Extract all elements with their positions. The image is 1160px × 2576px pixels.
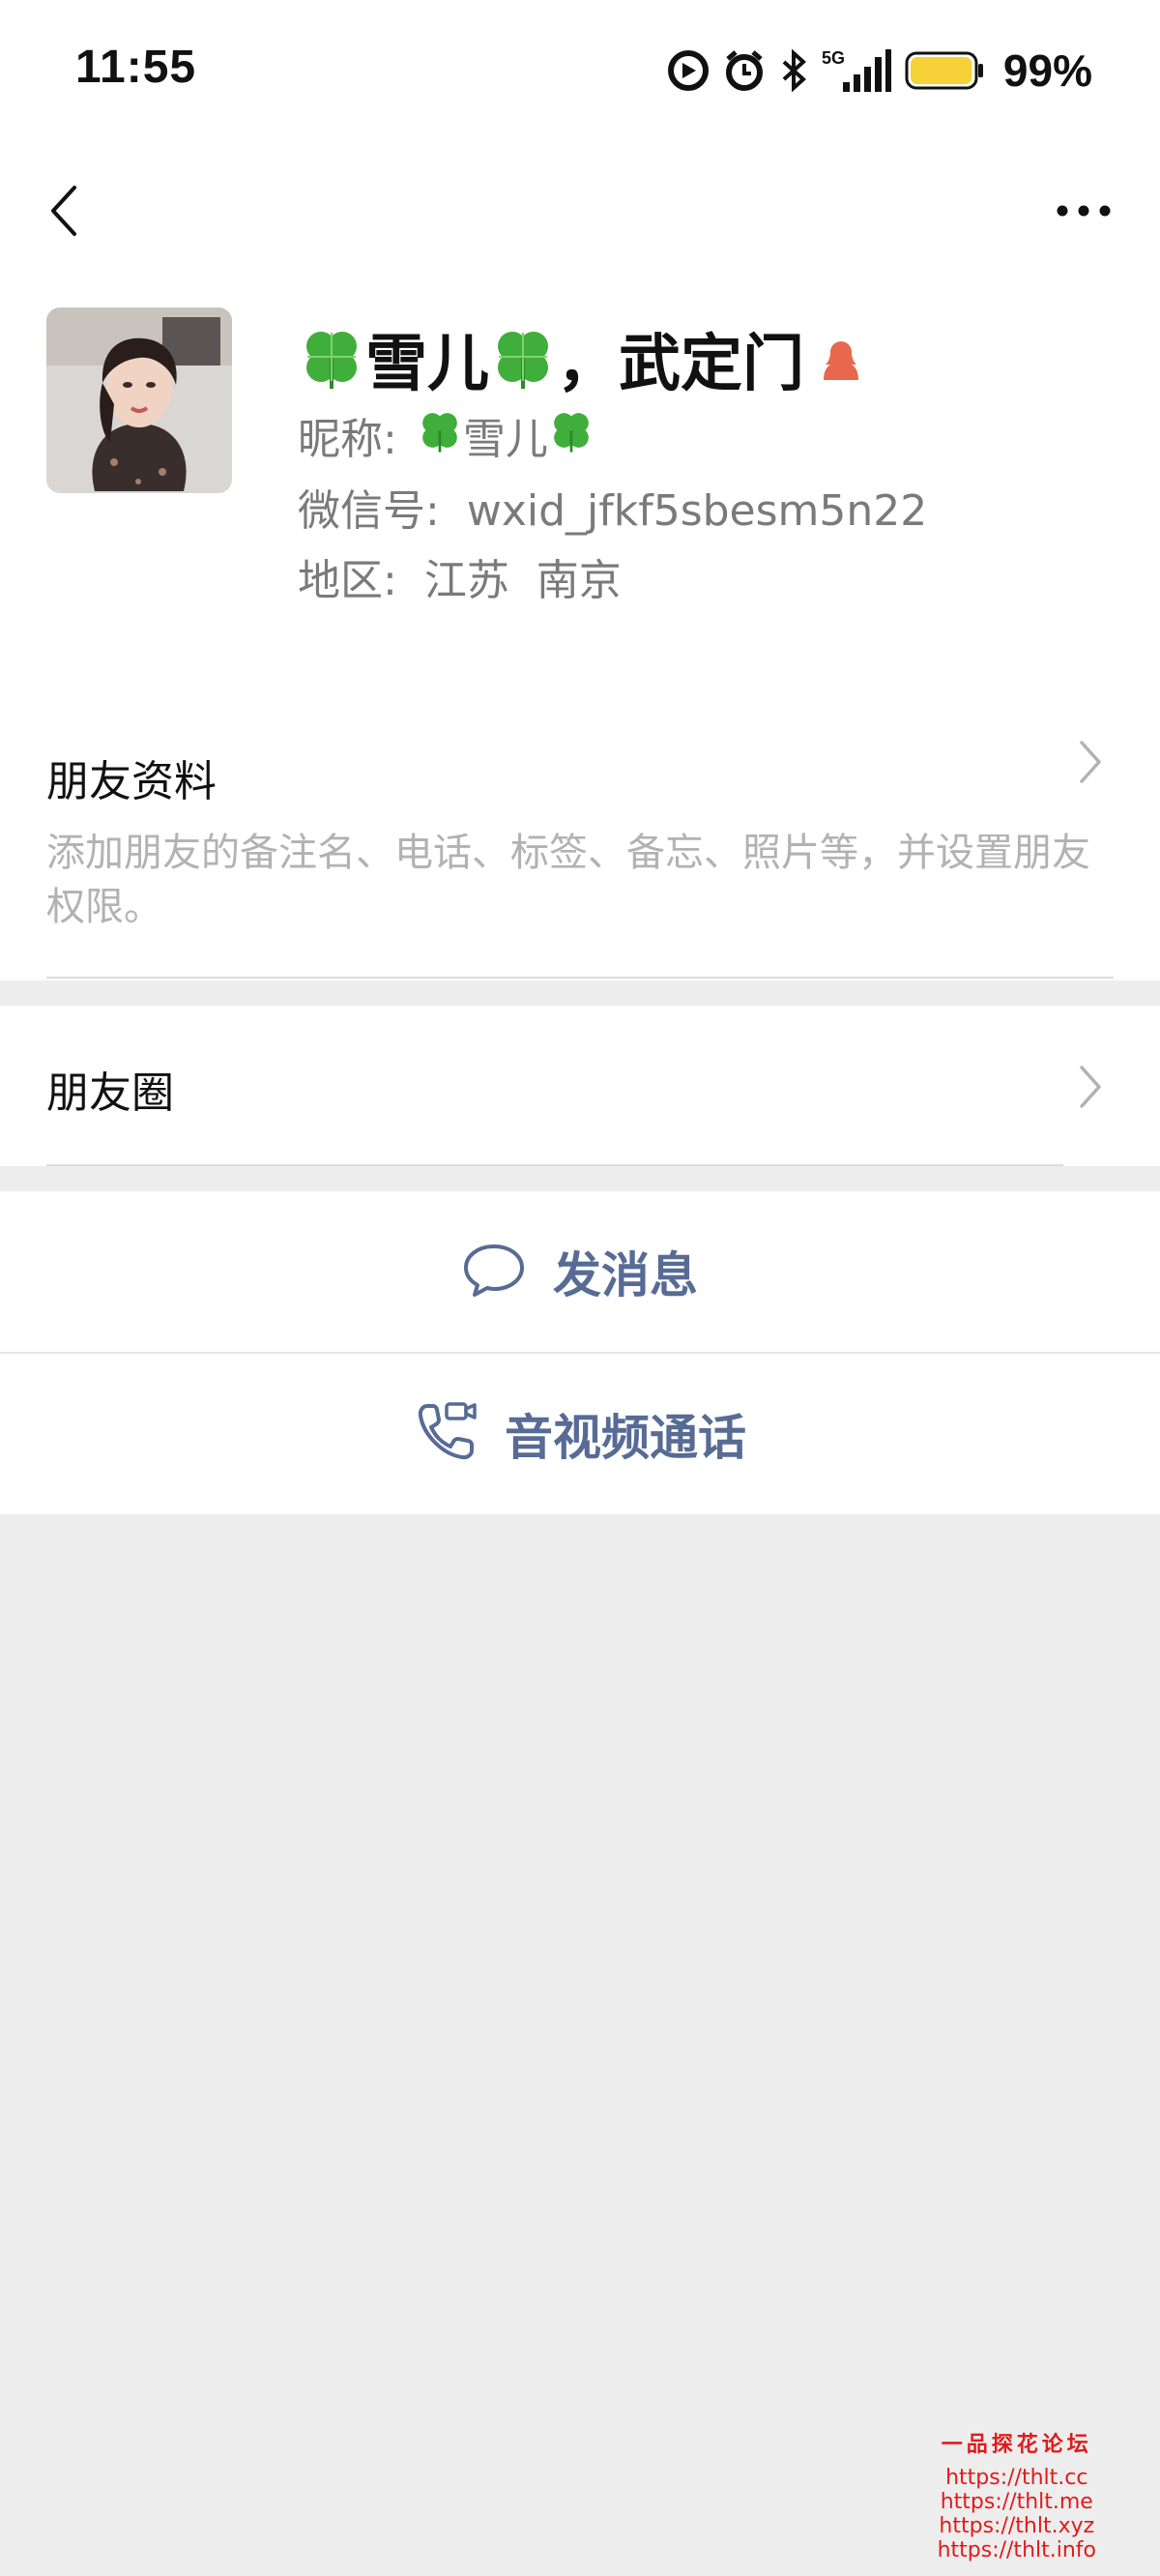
chevron-right-icon — [1077, 1060, 1104, 1118]
remark-name: 雪儿 — [365, 329, 489, 400]
chevron-right-icon — [1077, 735, 1104, 793]
status-icons: 5G 99% — [667, 45, 1092, 96]
wechat-id-line[interactable]: 微信号: wxid_jfkf5sbesm5n22 — [298, 476, 927, 538]
chat-bubble-icon — [462, 1241, 526, 1303]
status-time: 11:55 — [75, 42, 197, 93]
more-dots-icon — [1057, 205, 1111, 217]
av-call-button[interactable]: 音视频通话 — [0, 1354, 1160, 1514]
remark-name-suffix: ，武定门 — [557, 329, 804, 400]
watermark-link: https://thlt.xyz — [939, 2514, 1095, 2538]
moments-row[interactable]: 朋友圈 — [0, 1006, 1160, 1166]
friend-info-divider — [46, 977, 1114, 979]
chevron-left-icon — [51, 186, 76, 236]
remark-name-line: 雪儿 ，武定门 — [298, 315, 864, 402]
watermark-link: https://thlt.info — [937, 2538, 1096, 2562]
wechat-id-label: 微信号: — [298, 486, 440, 536]
avatar-image — [46, 307, 232, 493]
signal-icon: 5G — [822, 47, 891, 94]
alarm-icon — [723, 49, 766, 92]
nickname-line: 昵称: 雪儿 — [298, 404, 594, 466]
four-leaf-clover-icon — [548, 407, 594, 464]
status-bar: 11:55 5G 99% — [0, 0, 1160, 143]
four-leaf-clover-icon — [298, 323, 365, 395]
send-message-button[interactable]: 发消息 — [0, 1191, 1160, 1352]
av-call-label: 音视频通话 — [505, 1410, 746, 1466]
send-message-label: 发消息 — [553, 1247, 698, 1303]
phone-video-icon — [414, 1400, 478, 1468]
battery-percent: 99% — [1002, 45, 1092, 96]
watermark-title: 一品探花论坛 — [941, 2432, 1092, 2457]
moments-title: 朋友圈 — [46, 1068, 174, 1118]
friend-info-row[interactable]: 朋友资料 添加朋友的备注名、电话、标签、备忘、照片等，并设置朋友权限。 — [0, 694, 1160, 981]
watermark: 一品探花论坛 https://thlt.cc https://thlt.me h… — [938, 2427, 1096, 2562]
nickname-value: 雪儿 — [462, 415, 548, 464]
watermark-link: https://thlt.me — [940, 2490, 1093, 2514]
four-leaf-clover-icon — [489, 323, 557, 395]
four-leaf-clover-icon — [417, 407, 463, 464]
back-button[interactable] — [29, 162, 97, 259]
region-line: 地区: 江苏 南京 — [298, 545, 622, 607]
profile-header: 雪儿 ，武定门 昵称: 雪儿 微信号: wxid_jfkf5sbesm5n22 … — [0, 288, 1160, 696]
friend-info-description: 添加朋友的备注名、电话、标签、备忘、照片等，并设置朋友权限。 — [46, 831, 1090, 929]
contact-profile-page: 11:55 5G 99% 雪儿 ，武定门 昵称: 雪儿 微信号: wxid_jf… — [0, 0, 1160, 2576]
more-button[interactable] — [1040, 162, 1127, 259]
avatar[interactable] — [46, 307, 232, 493]
watermark-link: https://thlt.cc — [945, 2466, 1088, 2490]
network-type-label: 5G — [822, 48, 845, 68]
friend-info-title: 朋友资料 — [46, 757, 217, 806]
region-value: 江苏 南京 — [423, 556, 622, 605]
bluetooth-icon — [779, 49, 808, 92]
battery-icon — [905, 49, 984, 92]
moments-divider — [46, 1164, 1063, 1166]
region-label: 地区: — [298, 556, 397, 605]
nav-bar — [0, 143, 1160, 288]
wechat-id-value[interactable]: wxid_jfkf5sbesm5n22 — [467, 486, 927, 536]
nickname-label: 昵称: — [298, 415, 397, 464]
female-gender-icon — [818, 336, 864, 382]
vpn-icon — [667, 49, 710, 92]
